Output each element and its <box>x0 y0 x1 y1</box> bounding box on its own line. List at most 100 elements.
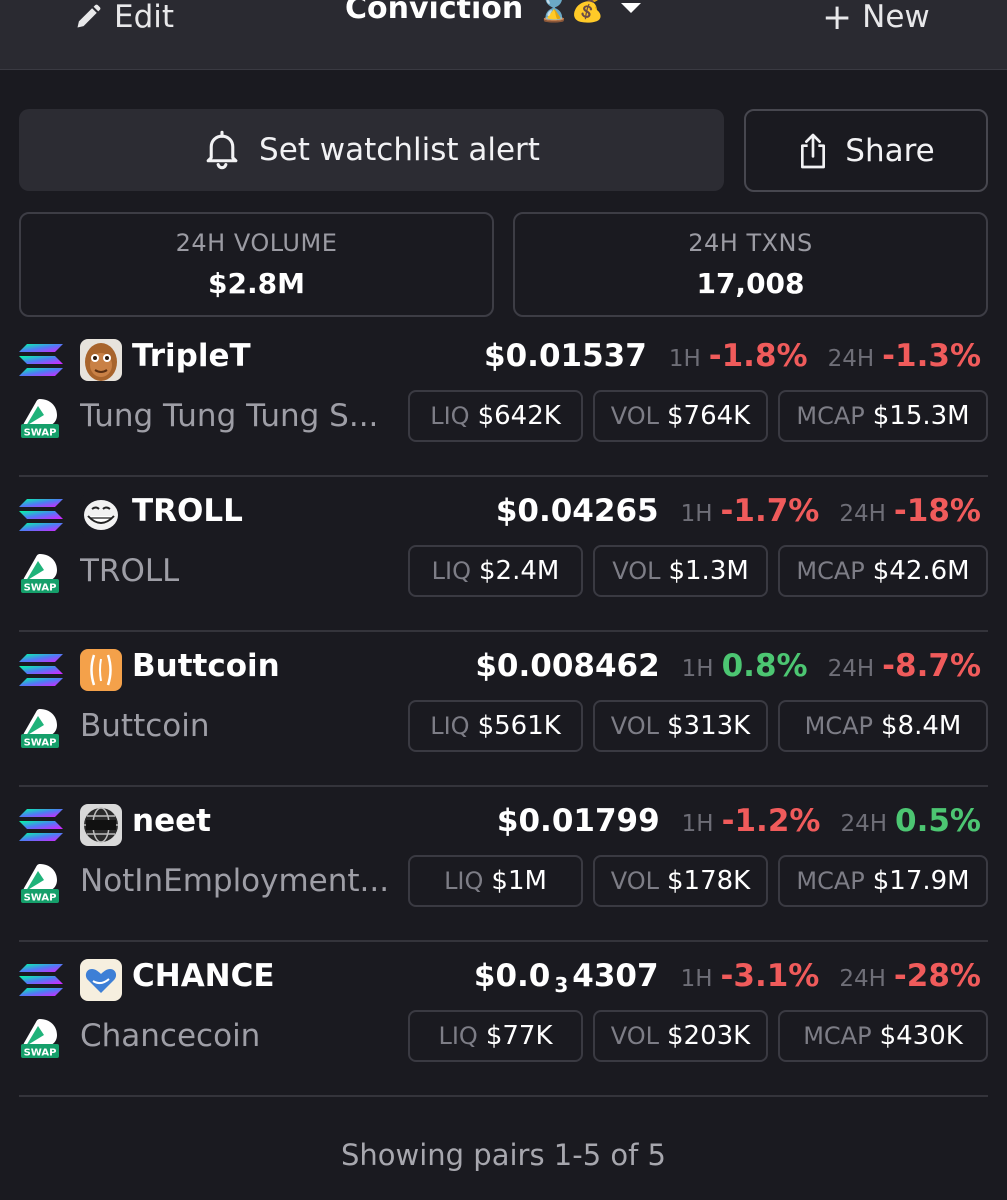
stat-24h-volume: 24H VOLUME $2.8M <box>19 212 494 317</box>
swap-dex-icon <box>20 397 60 439</box>
price-group: $0.04265 1H -1.7% 24H -18% <box>496 493 981 529</box>
liq-value: $2.4M <box>479 556 560 586</box>
timeframe-24h-label: 24H <box>839 966 886 992</box>
mcap-value: $17.9M <box>872 866 970 896</box>
mcap-pill: MCAP $15.3M <box>778 390 988 442</box>
share-button[interactable]: Share <box>744 109 988 192</box>
pagination-status: Showing pairs 1-5 of 5 <box>340 1138 666 1172</box>
timeframe-24h-label: 24H <box>840 811 888 837</box>
token-avatar-neet <box>80 804 122 846</box>
vol-value: $764K <box>667 401 751 431</box>
volume-pill: VOL $1.3M <box>593 545 768 597</box>
liquidity-pill: LIQ $561K <box>408 700 583 752</box>
token-avatar-chance <box>80 959 122 1001</box>
edit-label: Edit <box>114 0 175 35</box>
pair-row[interactable]: CHANCE Chancecoin $0.0 3 4307 1H -3.1% 24H… <box>0 942 1007 1097</box>
token-symbol: TripleT <box>132 338 251 374</box>
token-avatar-triplet <box>80 339 122 381</box>
token-price: $0.01799 <box>496 803 660 839</box>
token-price: $0.01537 <box>484 338 647 374</box>
timeframe-24h-label: 24H <box>827 346 875 372</box>
liq-value: $1M <box>491 866 547 896</box>
edit-button[interactable]: Edit <box>74 0 175 35</box>
mcap-pill: MCAP $42.6M <box>778 545 988 597</box>
new-watchlist-button[interactable]: + New <box>822 0 930 38</box>
plus-icon: + <box>822 0 853 38</box>
token-symbol: CHANCE <box>132 958 275 994</box>
vol-label: VOL <box>610 402 660 430</box>
row-divider <box>19 1095 988 1097</box>
watchlist-selector[interactable]: Conviction ⌛💰 <box>345 0 642 28</box>
token-symbol: neet <box>132 803 211 839</box>
liquidity-pill: LIQ $1M <box>408 855 583 907</box>
liq-label: LIQ <box>430 402 470 430</box>
price-prefix: $0.0 <box>473 958 551 994</box>
swap-dex-icon <box>20 862 60 904</box>
liq-label: LIQ <box>431 557 471 585</box>
token-name: TROLL <box>80 553 180 589</box>
mcap-label: MCAP <box>803 1022 872 1050</box>
bell-icon <box>206 130 238 170</box>
liq-value: $642K <box>477 401 561 431</box>
price-group: $0.008462 1H 0.8% 24H -8.7% <box>475 648 981 684</box>
vol-label: VOL <box>610 1022 660 1050</box>
mcap-pill: MCAP $430K <box>778 1010 988 1062</box>
price-group: $0.0 3 4307 1H -3.1% 24H -28% <box>474 958 981 997</box>
mcap-label: MCAP <box>796 557 865 585</box>
change-1h: -1.2% <box>721 803 821 839</box>
change-24h: -18% <box>893 493 981 529</box>
vol-label: VOL <box>612 557 661 585</box>
change-1h: 0.8% <box>721 648 808 684</box>
solana-chain-icon <box>19 654 63 686</box>
timeframe-24h-label: 24H <box>827 656 875 682</box>
pair-row[interactable]: TROLL TROLL $0.04265 1H -1.7% 24H -18% L… <box>0 477 1007 632</box>
set-watchlist-alert-button[interactable]: Set watchlist alert <box>19 109 724 191</box>
mcap-value: $42.6M <box>872 556 970 586</box>
swap-dex-icon <box>20 707 60 749</box>
volume-pill: VOL $313K <box>593 700 768 752</box>
mcap-value: $8.4M <box>881 711 962 741</box>
new-label: New <box>862 0 930 35</box>
solana-chain-icon <box>19 964 63 996</box>
liq-label: LIQ <box>438 1022 478 1050</box>
timeframe-1h-label: 1H <box>680 966 713 992</box>
price-zero-count: 3 <box>554 973 569 997</box>
vol-value: $178K <box>667 866 751 896</box>
timeframe-1h-label: 1H <box>680 501 713 527</box>
change-24h: -1.3% <box>882 338 981 374</box>
mcap-label: MCAP <box>804 712 874 740</box>
pair-row[interactable]: Buttcoin Buttcoin $0.008462 1H 0.8% 24H … <box>0 632 1007 787</box>
liq-value: $561K <box>477 711 561 741</box>
change-24h: -8.7% <box>882 648 981 684</box>
swap-dex-icon <box>20 552 60 594</box>
stat-24h-txns: 24H TXNS 17,008 <box>513 212 988 317</box>
mcap-pill: MCAP $8.4M <box>778 700 988 752</box>
token-name: Tung Tung Tung S... <box>80 398 379 434</box>
token-name: NotInEmployment... <box>80 863 390 899</box>
change-1h: -1.7% <box>720 493 820 529</box>
stat-volume-label: 24H VOLUME <box>175 229 338 257</box>
change-1h: -3.1% <box>720 958 820 994</box>
top-bar: Edit Conviction ⌛💰 + New <box>0 0 1007 70</box>
volume-pill: VOL $178K <box>593 855 768 907</box>
change-24h: -28% <box>893 958 981 994</box>
token-price: $0.0 3 4307 <box>474 958 659 997</box>
liq-value: $77K <box>485 1021 553 1051</box>
alert-label: Set watchlist alert <box>259 132 540 168</box>
mcap-value: $15.3M <box>872 401 970 431</box>
share-label: Share <box>845 132 935 169</box>
pair-row[interactable]: neet NotInEmployment... $0.01799 1H -1.2… <box>0 787 1007 942</box>
stat-volume-value: $2.8M <box>208 267 305 300</box>
solana-chain-icon <box>19 344 63 376</box>
price-group: $0.01537 1H -1.8% 24H -1.3% <box>484 338 981 374</box>
pair-row[interactable]: TripleT Tung Tung Tung S... $0.01537 1H … <box>0 322 1007 477</box>
timeframe-1h-label: 1H <box>681 811 714 837</box>
vol-value: $313K <box>667 711 751 741</box>
vol-label: VOL <box>610 867 660 895</box>
vol-value: $1.3M <box>668 556 749 586</box>
liquidity-pill: LIQ $642K <box>408 390 583 442</box>
liquidity-pill: LIQ $77K <box>408 1010 583 1062</box>
change-1h: -1.8% <box>708 338 808 374</box>
solana-chain-icon <box>19 809 63 841</box>
token-price: $0.008462 <box>475 648 660 684</box>
